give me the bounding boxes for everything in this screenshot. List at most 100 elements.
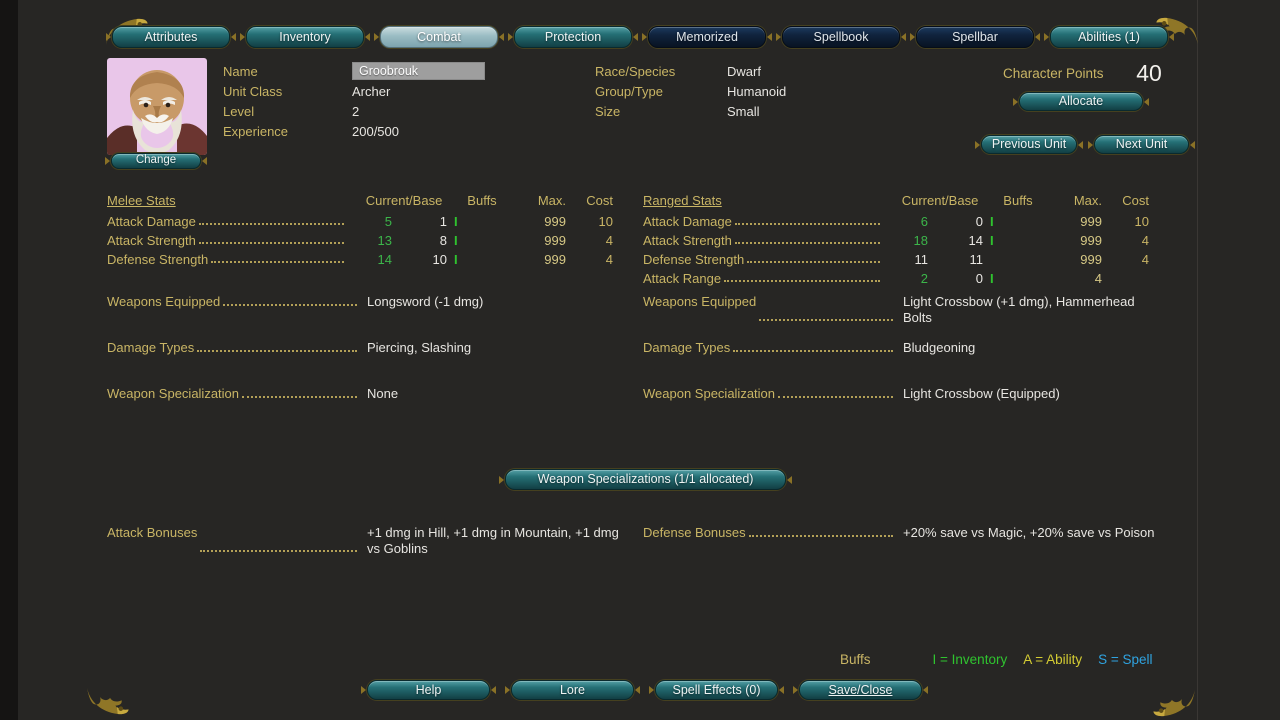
size-label: Size [595, 104, 727, 119]
detail-value: Bludgeoning [903, 340, 1153, 356]
weapon-specialization-row-ranged: Weapon Specialization Light Crossbow (Eq… [643, 386, 1153, 402]
tab-memorized[interactable]: Memorized [648, 26, 766, 48]
max-header: Max. [517, 193, 566, 212]
stat-cost: 10 [1102, 214, 1149, 229]
stat-max: 999 [517, 233, 566, 248]
flourish-ornament-bottom-right [1152, 684, 1198, 720]
stat-buff-flag: I [983, 233, 1053, 248]
save-close-label: Save/Close [829, 684, 893, 697]
footer-button-bar: Help Lore Spell Effects (0) Save/Close [367, 680, 922, 700]
stat-base: 1 [392, 214, 447, 229]
lore-button[interactable]: Lore [511, 680, 634, 700]
stat-max: 999 [517, 252, 566, 267]
buffs-legend: Buffs I = Inventory A = Ability S = Spel… [840, 652, 1153, 667]
name-input[interactable]: Groobrouk [352, 62, 485, 80]
size-value: Small [727, 104, 760, 119]
stat-row: Defense Strength 14 10 I 999 4 [107, 250, 613, 269]
detail-value: Longsword (-1 dmg) [367, 294, 649, 310]
stat-label: Attack Strength [643, 233, 732, 248]
tab-inventory[interactable]: Inventory [246, 26, 364, 48]
name-label: Name [223, 64, 352, 79]
stat-label: Attack Range [643, 271, 721, 286]
tab-protection[interactable]: Protection [514, 26, 632, 48]
stat-row: Attack Range 2 0 I 4 [643, 269, 1149, 288]
stat-cost: 4 [1102, 233, 1149, 248]
previous-unit-button[interactable]: Previous Unit [981, 135, 1077, 154]
dotted-leader [735, 242, 880, 244]
stat-label: Attack Strength [107, 233, 196, 248]
right-edge-line [1197, 0, 1198, 720]
stat-base: 0 [928, 271, 983, 286]
stat-label: Defense Strength [107, 252, 208, 267]
stat-current: 18 [883, 233, 928, 248]
defense-bonuses-row: Defense Bonuses +20% save vs Magic, +20%… [643, 525, 1185, 541]
stat-row: Attack Strength 13 8 I 999 4 [107, 231, 613, 250]
spell-effects-button[interactable]: Spell Effects (0) [655, 680, 778, 700]
detail-value: Light Crossbow (Equipped) [903, 386, 1153, 402]
melee-stats-title: Melee Stats [107, 193, 347, 212]
character-points-value: 40 [1126, 60, 1172, 87]
stat-max: 999 [1053, 252, 1102, 267]
tab-abilities[interactable]: Abilities (1) [1050, 26, 1168, 48]
stat-base: 8 [392, 233, 447, 248]
stat-current: 11 [883, 252, 928, 267]
stat-current: 14 [347, 252, 392, 267]
weapons-equipped-row-ranged: Weapons Equipped Light Crossbow (+1 dmg)… [643, 294, 1153, 325]
character-fields-left: Name Groobrouk Unit Class Archer Level 2… [223, 61, 485, 141]
left-edge-strip [0, 0, 18, 720]
dotted-leader [242, 396, 357, 398]
dotted-leader [199, 242, 344, 244]
save-close-button[interactable]: Save/Close [799, 680, 922, 700]
character-fields-mid: Race/Species Dwarf Group/Type Humanoid S… [595, 61, 786, 121]
cost-header: Cost [566, 193, 613, 212]
attack-bonuses-row: Attack Bonuses +1 dmg in Hill, +1 dmg in… [107, 525, 635, 556]
buffs-header: Buffs [447, 193, 517, 212]
allocate-button[interactable]: Allocate [1019, 92, 1143, 111]
tab-combat[interactable]: Combat [380, 26, 498, 48]
detail-value: Light Crossbow (+1 dmg), Hammerhead Bolt… [903, 294, 1153, 325]
tab-spellbar[interactable]: Spellbar [916, 26, 1034, 48]
tab-bar: Attributes Inventory Combat Protection M… [112, 26, 1168, 48]
stat-label: Defense Strength [643, 252, 744, 267]
race-label: Race/Species [595, 64, 727, 79]
stat-buff-flag: I [983, 271, 1053, 286]
detail-label: Defense Bonuses [643, 525, 746, 541]
group-value: Humanoid [727, 84, 786, 99]
stat-base: 0 [928, 214, 983, 229]
dotted-leader [747, 261, 880, 263]
detail-label: Weapon Specialization [643, 386, 775, 402]
stat-base: 10 [392, 252, 447, 267]
dotted-leader [211, 261, 344, 263]
buffs-legend-spell: S = Spell [1098, 652, 1152, 667]
buffs-legend-ability: A = Ability [1023, 652, 1082, 667]
next-unit-button[interactable]: Next Unit [1094, 135, 1189, 154]
tab-spellbook[interactable]: Spellbook [782, 26, 900, 48]
stat-buff-flag: I [447, 252, 517, 267]
help-button[interactable]: Help [367, 680, 490, 700]
stat-base: 11 [928, 252, 983, 267]
detail-label: Weapons Equipped [107, 294, 220, 310]
tab-attributes[interactable]: Attributes [112, 26, 230, 48]
buffs-legend-title: Buffs [840, 652, 871, 667]
dotted-leader [733, 350, 893, 352]
dotted-leader [735, 223, 880, 225]
stat-buff-flag: I [447, 233, 517, 248]
damage-types-row-melee: Damage Types Piercing, Slashing [107, 340, 649, 356]
change-portrait-button[interactable]: Change [111, 153, 201, 169]
detail-label: Attack Bonuses [107, 525, 197, 556]
stat-label: Attack Damage [107, 214, 196, 229]
detail-label: Weapon Specialization [107, 386, 239, 402]
detail-label: Damage Types [107, 340, 194, 356]
race-value: Dwarf [727, 64, 761, 79]
combat-screen: Attributes Inventory Combat Protection M… [0, 0, 1280, 720]
detail-label: Damage Types [643, 340, 730, 356]
stat-cost: 4 [566, 233, 613, 248]
stat-max: 4 [1053, 271, 1102, 286]
dotted-leader [724, 280, 880, 282]
dotted-leader [223, 304, 357, 306]
stat-current: 5 [347, 214, 392, 229]
weapon-specializations-button[interactable]: Weapon Specializations (1/1 allocated) [505, 469, 786, 490]
detail-value: +20% save vs Magic, +20% save vs Poison [903, 525, 1185, 541]
detail-value: Piercing, Slashing [367, 340, 649, 356]
buffs-header: Buffs [983, 193, 1053, 212]
